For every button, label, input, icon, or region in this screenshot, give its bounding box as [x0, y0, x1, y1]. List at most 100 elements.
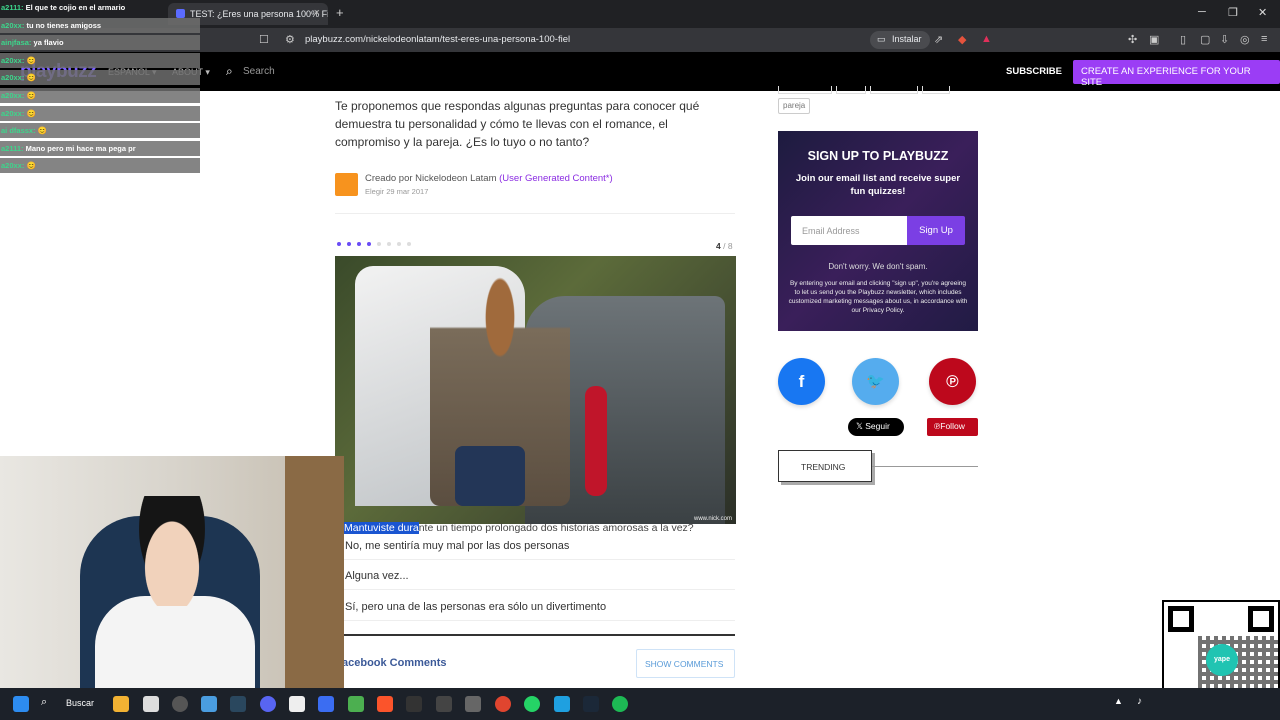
progress-dot [397, 242, 401, 246]
sidebar-icon[interactable]: ▯ [1180, 33, 1186, 46]
email-field[interactable]: Email Address [791, 216, 907, 245]
chat-username: a20xx: [1, 20, 25, 30]
no-spam-note: Don't worry. We don't spam. [828, 262, 928, 271]
vpn-icon[interactable]: ◎ [1240, 33, 1250, 46]
chat-username: a20xx: [1, 73, 25, 83]
epic-games-icon[interactable] [406, 696, 422, 712]
vpn-app-icon[interactable] [318, 696, 334, 712]
steam-icon[interactable] [583, 696, 599, 712]
chat-text: tu no tienes amigoss [24, 20, 102, 30]
trending-tab[interactable]: TRENDING [778, 450, 872, 482]
chat-username: ai dfassx: [1, 126, 36, 136]
tray-chevron-icon[interactable]: ▲ [1114, 696, 1130, 712]
pinterest-icon: ℗ [946, 372, 959, 391]
site-info-icon[interactable]: ⚙ [285, 33, 295, 46]
chat-message: a20xx: 😊 [0, 88, 200, 103]
microphone-icon[interactable]: ♪ [1137, 696, 1153, 712]
app-icon[interactable] [436, 696, 452, 712]
chat-text: El que te cojio en el armario [23, 3, 126, 12]
rewards-icon[interactable]: ▲ [981, 33, 992, 45]
question-selected-text: Mantuviste dura [344, 522, 419, 534]
facebook-comments-heading: acebook Comments [342, 657, 447, 669]
notepad-icon[interactable] [289, 696, 305, 712]
minimize-button[interactable]: ─ [1198, 6, 1206, 18]
chat-username: a20xx: [1, 55, 25, 65]
chat-message: ainjfasa: ya flavio [0, 35, 200, 51]
answer-option[interactable]: No, me sentiría muy mal por las dos pers… [336, 535, 735, 560]
brave-browser-icon[interactable] [377, 696, 393, 712]
tag-chip[interactable] [836, 86, 866, 94]
progress-dot [387, 242, 391, 246]
xbox-icon[interactable] [172, 696, 188, 712]
chat-message: a20xx: tu no tienes amigoss [0, 17, 200, 33]
chat-message: a2111: El que te cojio en el armario [0, 0, 200, 15]
share-icon[interactable]: ⇗ [934, 33, 943, 46]
facebook-share-button[interactable]: f [778, 358, 825, 405]
tag-chip[interactable] [922, 86, 950, 94]
calculator-icon[interactable] [465, 696, 481, 712]
search-input[interactable]: Search [243, 66, 275, 77]
x-follow-button[interactable]: 𝕏 Seguir [848, 418, 904, 436]
chat-text: Mano pero mi hace ma pega pr [23, 143, 136, 153]
tag-pareja[interactable]: pareja [778, 98, 811, 114]
screenshot-icon[interactable]: ▢ [1200, 33, 1210, 46]
whatsapp-icon[interactable] [524, 696, 540, 712]
answer-option[interactable]: Alguna vez... [336, 565, 735, 590]
ugc-link[interactable]: (User Generated Content*) [499, 173, 613, 184]
taskbar-search[interactable]: Buscar [66, 698, 94, 708]
wallet-icon[interactable]: ▣ [1149, 33, 1159, 46]
show-comments-button[interactable]: SHOW COMMENTS [636, 649, 735, 678]
chat-message: a20xx: 😊 [0, 70, 200, 86]
image-watermark: www.nick.com [693, 516, 732, 522]
x-icon: 𝕏 [856, 421, 866, 431]
spotify-icon[interactable] [612, 696, 628, 712]
notes-icon[interactable] [554, 696, 570, 712]
pinterest-share-button[interactable]: ℗ [929, 358, 976, 405]
progress-dot [407, 242, 411, 246]
app-icon[interactable] [201, 696, 217, 712]
extensions-icon[interactable]: ✣ [1128, 33, 1137, 46]
answer-option[interactable]: Sí, pero una de las personas era sólo un… [336, 596, 735, 621]
chat-message: a20xx: 😊 [0, 52, 200, 68]
menu-icon[interactable]: ≡ [1261, 33, 1267, 45]
pinterest-follow-button[interactable]: ℗Follow [927, 418, 978, 436]
twitter-share-button[interactable]: 🐦 [852, 358, 899, 405]
author-name[interactable]: Creado por Nickelodeon Latam [365, 173, 497, 184]
chat-text: 😊 [24, 91, 36, 100]
tag-chip[interactable] [778, 86, 832, 94]
streamer-shirt [95, 596, 255, 688]
new-tab-button[interactable]: + [336, 5, 344, 20]
bookmark-icon[interactable]: ☐ [259, 33, 269, 46]
author-avatar[interactable] [335, 173, 358, 196]
signup-legal-text: By entering your email and clicking "sig… [788, 280, 968, 314]
signup-button[interactable]: Sign Up [907, 216, 965, 245]
chat-text: 😊 [24, 55, 36, 65]
search-icon[interactable]: ⌕ [226, 64, 233, 79]
create-experience-button[interactable]: CREATE AN EXPERIENCE FOR YOUR SITE [1073, 60, 1280, 88]
install-button[interactable]: ▭ Instalar [870, 31, 930, 49]
maximize-button[interactable]: ❐ [1228, 6, 1238, 19]
download-icon[interactable]: ⇩ [1220, 33, 1229, 46]
chat-message: a20xx: 😊 [0, 158, 200, 174]
windows-start-icon[interactable] [13, 696, 29, 712]
brave-shield-icon[interactable]: ◆ [958, 33, 966, 46]
steam-icon[interactable] [230, 696, 246, 712]
chrome-icon[interactable] [495, 696, 511, 712]
progress-dot [337, 242, 341, 246]
url-field[interactable]: playbuzz.com/nickelodeonlatam/test-eres-… [305, 34, 570, 45]
store-icon[interactable] [143, 696, 159, 712]
chat-message: a2111: Mano pero mi hace ma pega pr [0, 140, 200, 156]
discord-icon[interactable] [260, 696, 276, 712]
chat-username: a20xx: [1, 108, 25, 118]
facebook-icon: f [798, 372, 805, 391]
chat-username: a2111: [1, 3, 24, 12]
tag-chip[interactable] [870, 86, 918, 94]
yape-logo: yape [1206, 644, 1238, 676]
close-window-button[interactable]: ✕ [1258, 6, 1267, 19]
twitter-icon: 🐦 [866, 373, 885, 390]
tab-close-icon[interactable]: × [314, 7, 320, 19]
search-icon[interactable]: ⌕ [41, 696, 57, 712]
file-explorer-icon[interactable] [113, 696, 129, 712]
subscribe-link[interactable]: SUBSCRIBE [1006, 66, 1062, 77]
minecraft-icon[interactable] [348, 696, 364, 712]
